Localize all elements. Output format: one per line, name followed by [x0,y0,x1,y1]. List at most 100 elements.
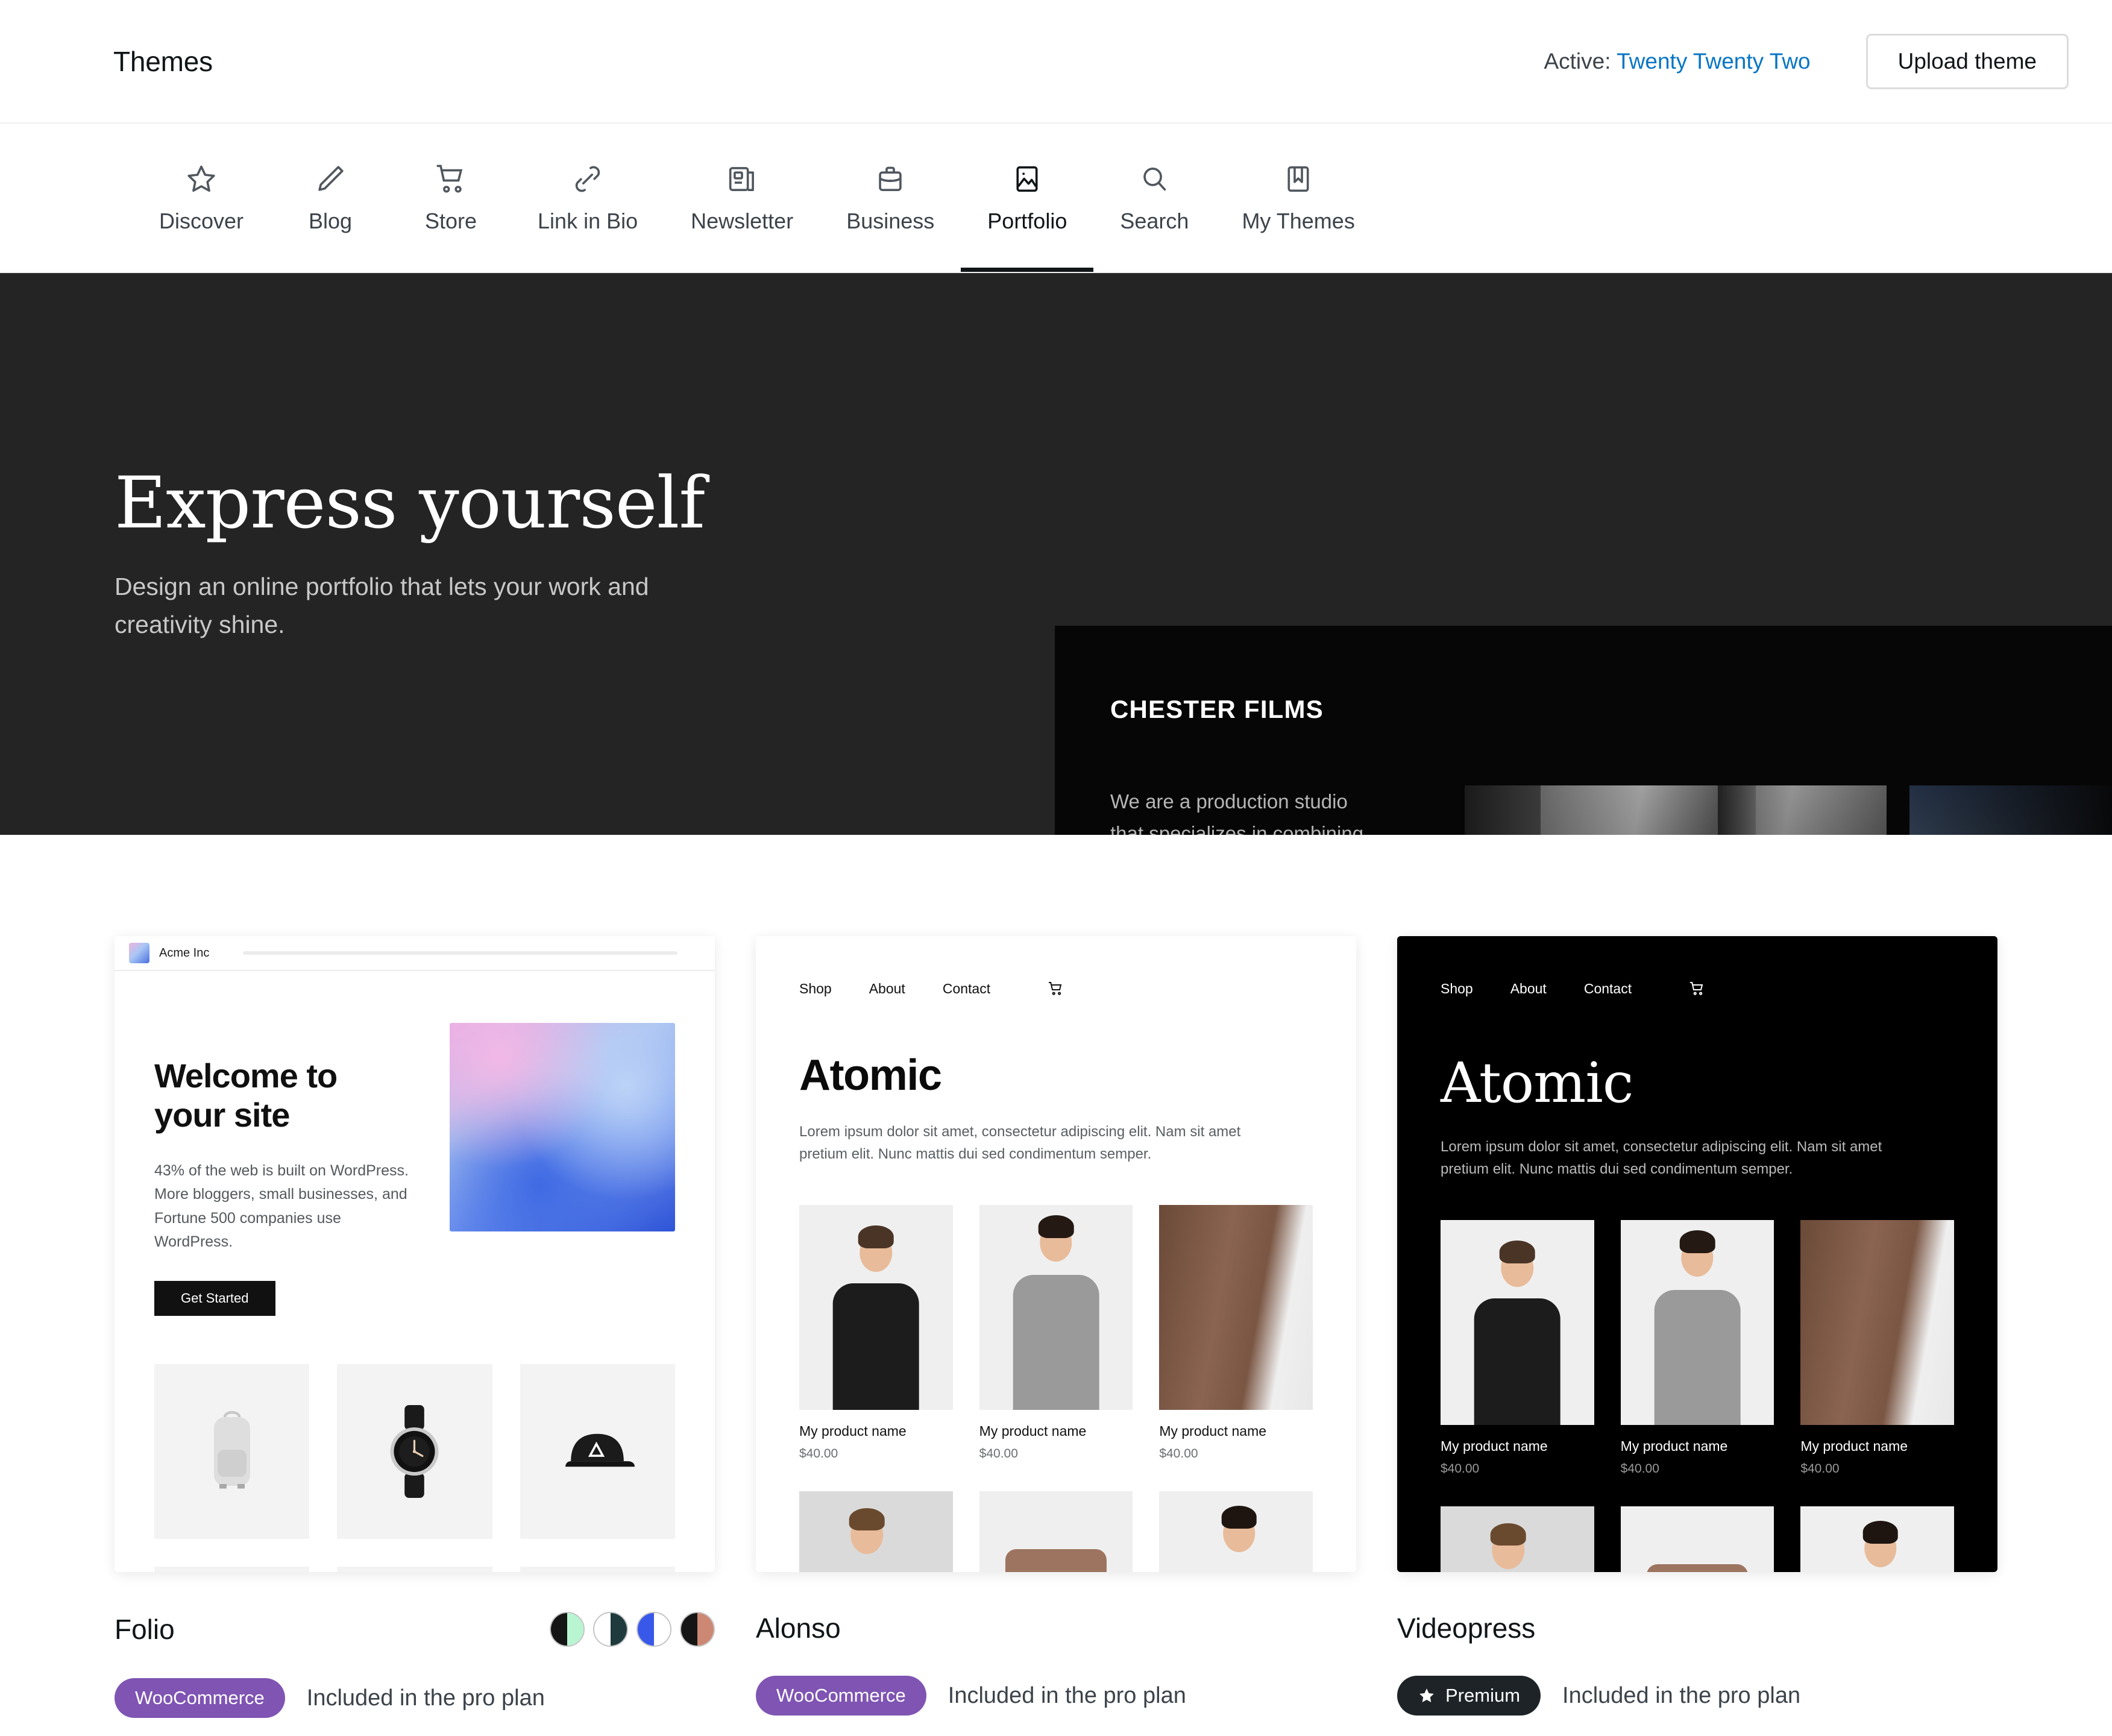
hero-banner: Express yourself Design an online portfo… [0,273,2112,835]
preview-video-item[interactable]: I Love You [1465,785,1887,835]
theme-color-swatches [550,1612,715,1647]
hero-theme-preview[interactable]: CHESTER FILMS We are a production studio… [1055,626,2112,835]
mock-product: My product name $40.00 [1620,1220,1774,1476]
page-title: Themes [113,45,213,77]
mock-hero: Welcome to your site 43% of the web is b… [115,971,715,1316]
tab-store[interactable]: Store [391,124,511,272]
theme-card-alonso[interactable]: Shop About Contact Atomic Lorem ipsum do… [756,936,1356,1718]
backpack-icon [213,1410,250,1489]
tab-portfolio[interactable]: Portfolio [961,124,1094,272]
cap-icon [565,1434,635,1467]
mock-shop: Shop About Contact Atomic Lorem ipsum do… [756,936,1356,1572]
product-name: My product name [1800,1438,1908,1455]
product-image-brown-tee [1620,1506,1774,1572]
theme-card-footer: Videopress Premium Included in the pro p… [1397,1572,1997,1716]
site-logo [129,943,149,963]
mock-cta-button: Get Started [154,1280,275,1316]
star-icon [1419,1688,1434,1702]
theme-screenshot[interactable]: Shop About Contact Atomic Lorem ipsum do… [1397,936,1997,1572]
theme-category-tabs: Discover Blog Store Link in Bio Newslett… [0,124,2112,273]
badge-label: Premium [1445,1685,1521,1706]
product-name: My product name [799,1423,907,1439]
theme-card-badges: WooCommerce Included in the pro plan [115,1678,715,1718]
theme-name: Videopress [1397,1612,1536,1644]
color-swatch[interactable] [550,1612,585,1647]
product-price: $40.00 [1620,1462,1659,1476]
tab-label: Portfolio [987,209,1067,233]
video-thumbnail [1465,785,1887,835]
theme-card-videopress[interactable]: Shop About Contact Atomic Lorem ipsum do… [1397,936,1997,1718]
tab-my-themes[interactable]: My Themes [1215,124,1381,272]
preview-video-item[interactable]: Boats [1909,785,2112,835]
product-image-black-sweater [1441,1506,1594,1572]
mock-nav-contact: Contact [1583,980,1632,996]
theme-card-footer: Folio WooCommerce Included in the pro pl… [115,1572,715,1718]
site-brand: Acme Inc [159,946,210,960]
color-swatch[interactable] [593,1612,628,1647]
product-image-brown-fabric [1800,1220,1954,1426]
product-name: My product name [1159,1423,1267,1439]
mock-product: My product name $40.00 [799,1205,953,1461]
nav-placeholder [243,951,677,955]
mock-body: 43% of the web is built on WordPress. Mo… [154,1162,409,1251]
tab-blog[interactable]: Blog [270,124,391,272]
theme-card-title-row: Videopress [1397,1612,1997,1644]
mock-nav-about: About [869,980,905,996]
product-image-grey-tee-2 [1159,1491,1313,1572]
theme-screenshot[interactable]: Acme Inc Welcome to your site 43% of the… [115,936,715,1572]
preview-video-list: I Love You Boats [1465,785,2112,835]
mock-product-coat [154,1566,310,1572]
mock-heading: Welcome to your site [154,1057,338,1134]
tab-label: Business [846,209,935,233]
mock-heading: Atomic [799,1051,942,1099]
tab-business[interactable]: Business [820,124,961,272]
search-icon [1137,162,1172,197]
mock-product: My product name $40.00 [1441,1220,1594,1476]
newsletter-icon [724,162,759,197]
mock-product-cap [520,1363,675,1539]
product-image-black-sweater [799,1491,953,1572]
page-header: Themes Active: Twenty Twenty Two Upload … [0,0,2112,124]
tab-newsletter[interactable]: Newsletter [664,124,820,272]
upload-theme-button[interactable]: Upload theme [1865,33,2069,89]
active-theme-label: Active: [1544,48,1611,74]
mock-product-row-2 [115,1539,715,1572]
plan-note: Included in the pro plan [948,1682,1186,1708]
watch-icon [390,1404,439,1498]
product-name: My product name [979,1423,1087,1439]
active-theme-link[interactable]: Twenty Twenty Two [1617,49,1811,74]
product-image-brown-fabric [1159,1205,1313,1410]
mock-product-watch [337,1363,492,1539]
mock-nav-about: About [1510,980,1547,996]
theme-card-title-row: Alonso [756,1612,1356,1644]
tab-label: Store [425,209,477,233]
product-price: $40.00 [1159,1447,1198,1461]
theme-name: Alonso [756,1612,841,1644]
active-theme-status: Active: Twenty Twenty Two [1544,49,1810,74]
mock-nav: Shop About Contact [1441,980,1954,998]
color-swatch[interactable] [680,1612,715,1647]
mock-shop: Shop About Contact Atomic Lorem ipsum do… [1397,936,1997,1572]
tab-label: Search [1120,209,1189,233]
theme-card-folio[interactable]: Acme Inc Welcome to your site 43% of the… [115,936,715,1718]
pencil-icon [313,162,348,197]
product-image-grey-tee [1620,1220,1774,1426]
star-icon [184,162,219,197]
mock-product-wallet [520,1566,675,1572]
plan-note: Included in the pro plan [1562,1682,1801,1708]
product-image-black-tee [1441,1220,1594,1426]
theme-screenshot[interactable]: Shop About Contact Atomic Lorem ipsum do… [756,936,1356,1572]
tab-link-in-bio[interactable]: Link in Bio [511,124,664,272]
product-image-brown-tee [979,1491,1133,1572]
tab-label: Discover [159,209,244,233]
mock-nav: Shop About Contact [799,980,1313,998]
mock-product-row: My product name $40.00 My product name $… [1441,1220,1954,1476]
tab-discover[interactable]: Discover [133,124,270,272]
color-swatch[interactable] [636,1612,671,1647]
mock-product: My product name $40.00 [1800,1220,1954,1476]
theme-card-footer: Alonso WooCommerce Included in the pro p… [756,1572,1356,1716]
product-name: My product name [1620,1438,1728,1455]
badge-label: WooCommerce [135,1687,265,1708]
tab-search[interactable]: Search [1093,124,1215,272]
mock-hero-copy: Welcome to your site 43% of the web is b… [154,1023,413,1316]
